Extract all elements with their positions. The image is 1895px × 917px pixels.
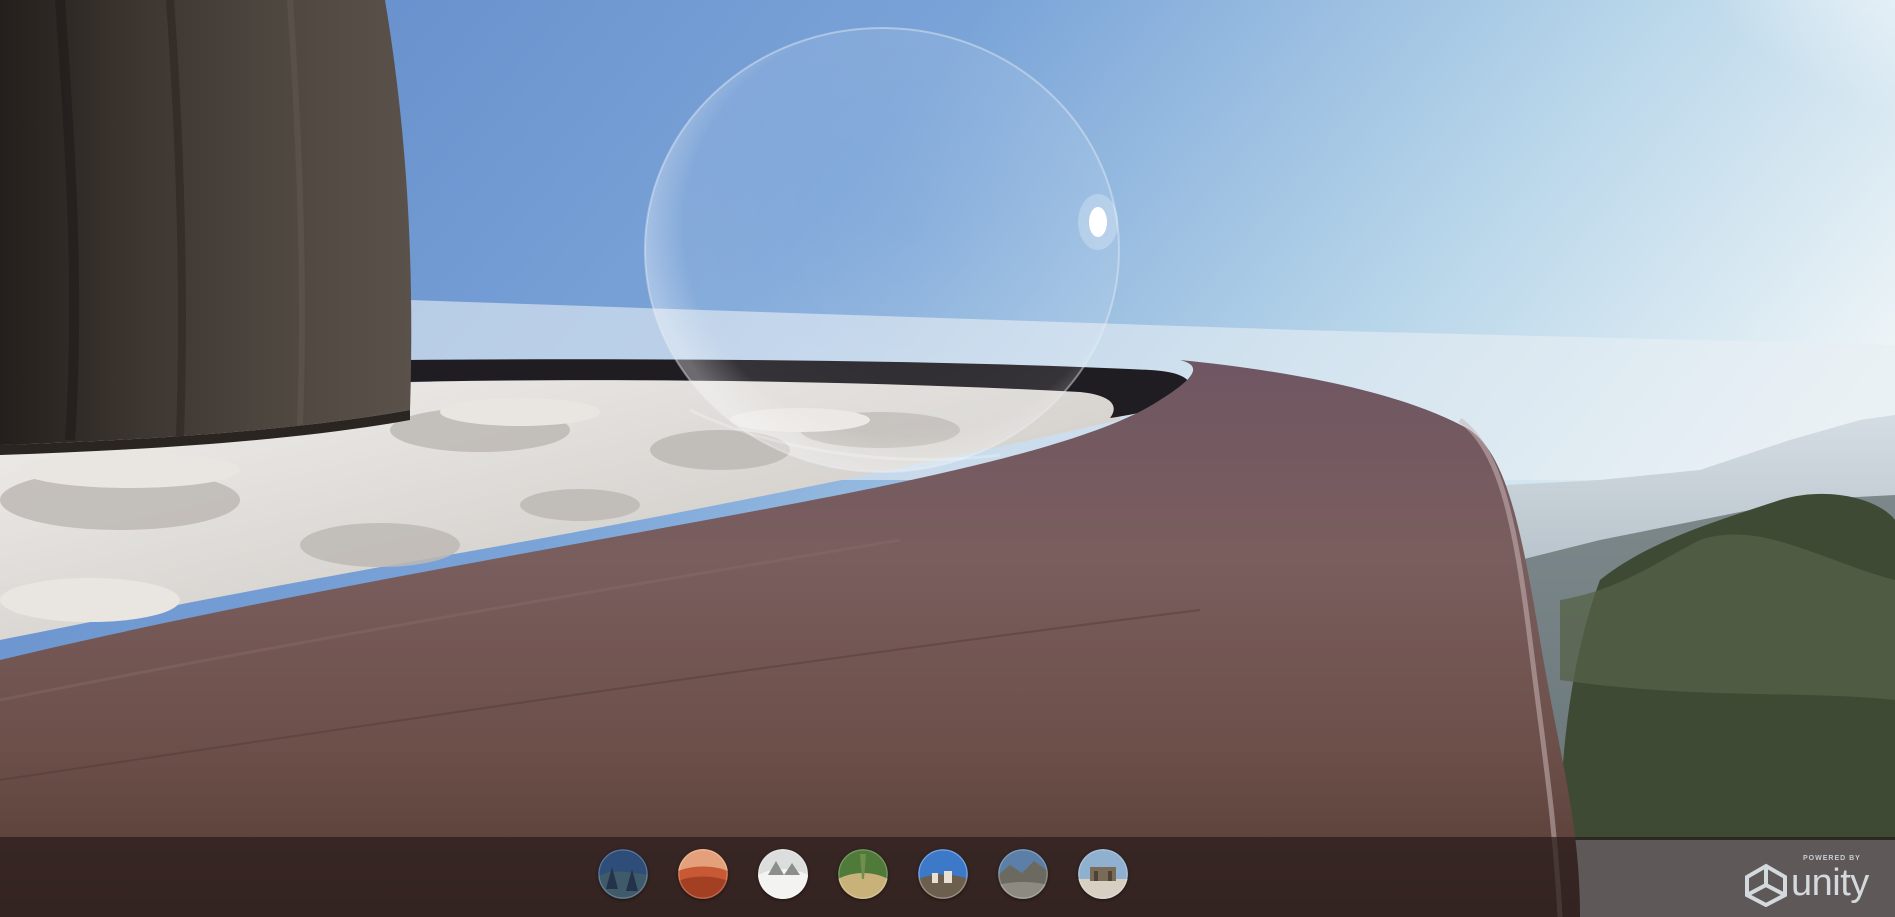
- hdri-sky-city-button[interactable]: [918, 849, 968, 899]
- glass-sphere: [644, 27, 1120, 473]
- velvet-curtain: [0, 0, 412, 455]
- hdri-blue-forest-button[interactable]: [598, 849, 648, 899]
- hdri-selector: [598, 849, 1138, 903]
- hdri-snow-button[interactable]: [758, 849, 808, 899]
- unity-logo: POWERED BY unity: [1743, 855, 1883, 907]
- hdri-red-canyon-button[interactable]: [678, 849, 728, 899]
- 3d-scene[interactable]: [0, 0, 1895, 917]
- hdri-ruins-button[interactable]: [1078, 849, 1128, 899]
- unity-wordmark: unity: [1791, 862, 1869, 904]
- hdri-jungle-button[interactable]: [838, 849, 888, 899]
- webgl-viewport[interactable]: POWERED BY unity: [0, 0, 1895, 917]
- hdri-mountain-rocks-button[interactable]: [998, 849, 1048, 899]
- unity-cube-icon: [1745, 863, 1787, 907]
